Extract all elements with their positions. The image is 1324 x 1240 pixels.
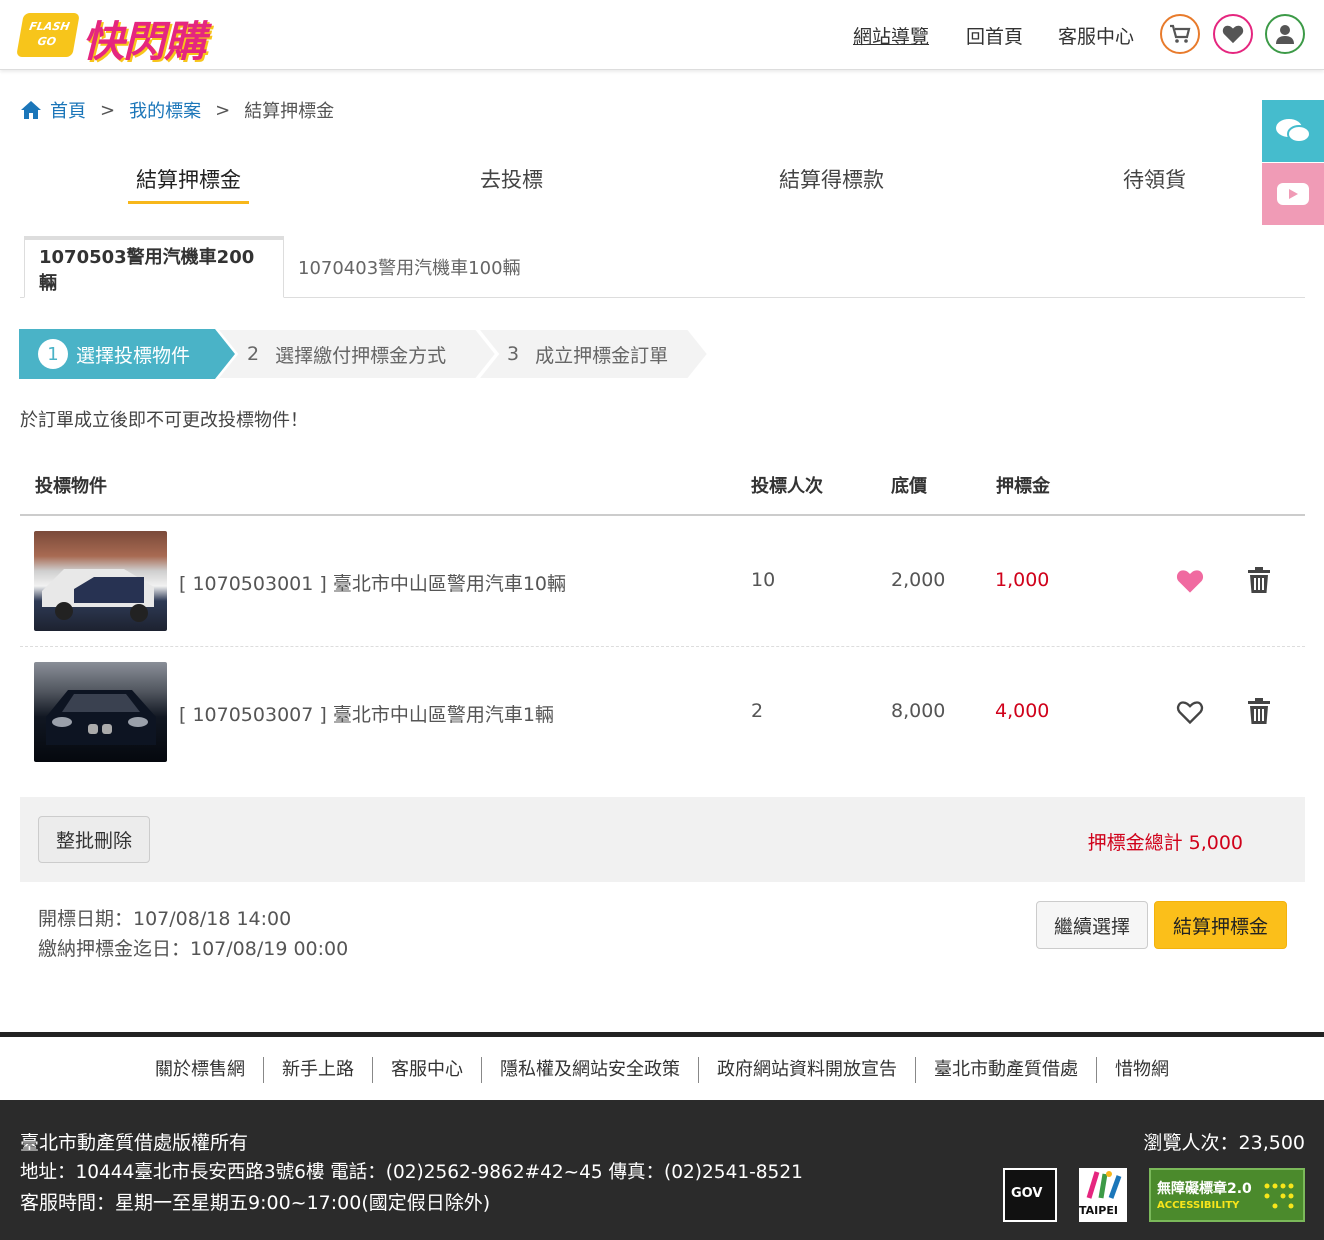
deposit-total: 押標金總計 5,000 [1087,832,1243,854]
contact-address: 地址：10444臺北市長安西路3號6樓 電話：(02)2562-9862#42~… [20,1162,803,1183]
col-header-base-price: 底價 [891,476,927,497]
footer-link-newbie[interactable]: 新手上路 [264,1056,373,1083]
step-3-number: 3 [507,343,520,365]
vehicle-photo[interactable] [34,662,167,762]
logo-badge-line2: GO [36,35,58,48]
step-2-label: 選擇繳付押標金方式 [275,344,447,367]
item-title[interactable]: [ 1070503001 ] 臺北市中山區警用汽車10輛 [179,569,566,596]
tab-go-bid[interactable]: 去投標 [480,164,543,194]
step-1-number: 1 [38,339,68,369]
tab-win-settle[interactable]: 結算得標款 [779,164,884,194]
accessibility-dots-icon [1264,1183,1294,1209]
base-price: 2,000 [891,569,946,591]
col-header-item: 投標物件 [35,476,107,497]
breadcrumb-current: 結算押標金 [244,101,335,122]
taipei-badge-text: TAIPEI [1079,1204,1118,1217]
service-hours: 客服時間：星期一至星期五9:00~17:00(國定假日除外) [20,1192,491,1214]
item-title[interactable]: [ 1070503007 ] 臺北市中山區警用汽車1輛 [179,700,554,727]
step-2-number: 2 [247,343,260,365]
breadcrumb-home[interactable]: 首頁 [50,97,86,123]
gov-badge[interactable]: GOV [1003,1168,1057,1222]
bidder-count: 2 [751,700,764,722]
taipei-badge[interactable]: TAIPEI [1079,1168,1127,1222]
col-header-bidders: 投標人次 [751,476,823,497]
checkout-deposit-button[interactable]: 結算押標金 [1154,901,1287,949]
flash-go-logo[interactable]: FLASH GO [16,13,80,57]
trash-icon[interactable] [1248,698,1270,729]
accessibility-badge[interactable]: 無障礙標章2.0 ACCESSIBILITY [1149,1168,1305,1222]
col-header-deposit: 押標金 [996,476,1050,497]
batch-delete-button[interactable]: 整批刪除 [38,816,150,863]
table-row: [ 1070503007 ] 臺北市中山區警用汽車1輛 2 8,000 4,00… [20,647,1305,777]
chat-icon[interactable] [1262,100,1324,162]
subtab-100[interactable]: 1070403警用汽機車100輛 [284,236,535,298]
continue-button[interactable]: 繼續選擇 [1036,901,1148,949]
deposit-amount: 1,000 [995,569,1050,591]
breadcrumb: 首頁 > 我的標案 > 結算押標金 [20,97,334,123]
heart-icon[interactable] [1213,14,1253,54]
vehicle-photo[interactable] [34,531,167,631]
summary-bar: 整批刪除 押標金總計 5,000 [20,797,1305,882]
footer-link-service[interactable]: 客服中心 [373,1056,482,1083]
step-3: 3 成立押標金訂單 [507,329,668,379]
accessibility-badge-title: 無障礙標章2.0 [1157,1181,1252,1197]
user-icon[interactable] [1265,14,1305,54]
footer-link-about[interactable]: 關於標售網 [137,1056,264,1083]
subtab-200[interactable]: 1070503警用汽機車200輛 [24,236,284,298]
base-price: 8,000 [891,700,946,722]
step-1-label: 選擇投標物件 [76,344,191,367]
open-date: 開標日期：107/08/18 14:00 [38,908,292,930]
deposit-deadline: 繳納押標金迄日：107/08/19 00:00 [38,938,349,960]
footer-link-open-data[interactable]: 政府網站資料開放宣告 [699,1056,916,1083]
youtube-icon[interactable] [1262,163,1324,225]
visit-count: 瀏覽人次：23,500 [1143,1132,1305,1154]
footer-links: 關於標售網 新手上路 客服中心 隱私權及網站安全政策 政府網站資料開放宣告 臺北… [0,1032,1324,1102]
tab-to-collect[interactable]: 待領貨 [1123,164,1186,194]
nav-service[interactable]: 客服中心 [1058,22,1134,49]
footer-link-pawn-office[interactable]: 臺北市動產質借處 [916,1056,1097,1083]
tab-deposit-settle[interactable]: 結算押標金 [128,164,249,204]
breadcrumb-sep: > [100,99,116,121]
heart-filled-icon[interactable] [1176,568,1204,599]
trash-icon[interactable] [1248,567,1270,598]
step-1: 1 選擇投標物件 [38,329,190,379]
footer-link-xiwu[interactable]: 惜物網 [1097,1057,1187,1083]
footer-link-privacy[interactable]: 隱私權及網站安全政策 [482,1056,699,1083]
heart-outline-icon[interactable] [1176,699,1204,730]
home-icon[interactable] [20,100,42,120]
nav-home[interactable]: 回首頁 [966,22,1023,49]
cart-icon[interactable] [1160,14,1200,54]
bidder-count: 10 [751,569,776,591]
breadcrumb-mine[interactable]: 我的標案 [129,97,201,123]
logo-text[interactable]: 快閃購 [82,8,206,69]
deposit-amount: 4,000 [995,700,1050,722]
copyright: 臺北市動產質借處版權所有 [20,1132,249,1154]
notice-text: 於訂單成立後即不可更改投標物件！ [20,410,308,431]
nav-sitemap[interactable]: 網站導覽 [853,22,929,49]
table-row: [ 1070503001 ] 臺北市中山區警用汽車10輛 10 2,000 1,… [20,516,1305,646]
accessibility-badge-sub: ACCESSIBILITY [1157,1200,1240,1211]
gov-badge-text: GOV [1011,1186,1043,1201]
site-footer: 臺北市動產質借處版權所有 地址：10444臺北市長安西路3號6樓 電話：(02)… [0,1100,1324,1240]
breadcrumb-sep: > [215,99,231,121]
step-3-label: 成立押標金訂單 [535,344,669,367]
step-2: 2 選擇繳付押標金方式 [247,329,446,379]
logo-badge-line1: FLASH [28,20,71,33]
site-header: FLASH GO 快閃購 網站導覽 回首頁 客服中心 [0,0,1324,70]
